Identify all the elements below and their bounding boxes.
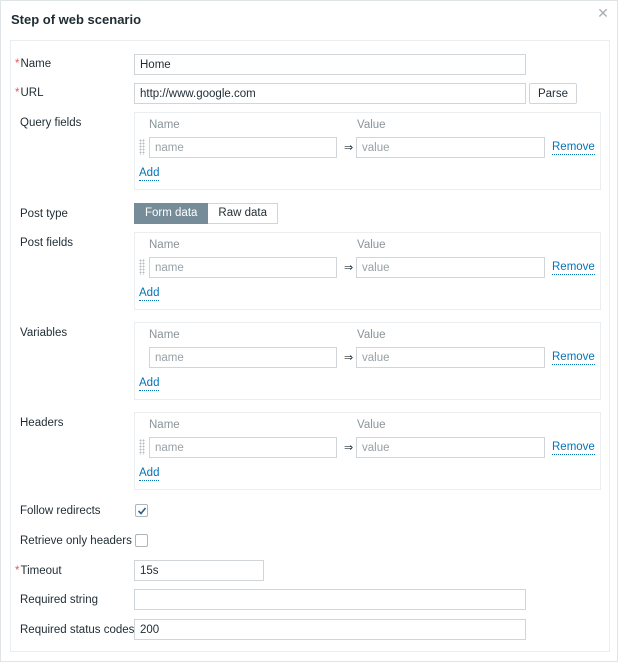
column-header-name: Name	[149, 329, 180, 341]
follow-redirects-checkbox[interactable]	[135, 504, 148, 517]
required-status-codes-input[interactable]	[134, 619, 526, 640]
variable-value-input[interactable]	[356, 347, 545, 368]
required-string-label: Required string	[20, 594, 98, 606]
drag-handle-icon[interactable]	[139, 439, 145, 455]
drag-handle-icon[interactable]	[139, 259, 145, 275]
variables-row: Variables Name Value ⇒ Remove Add	[11, 322, 609, 400]
timeout-input[interactable]	[134, 560, 264, 581]
query-value-input[interactable]	[356, 137, 545, 158]
post-remove-link[interactable]: Remove	[552, 261, 595, 275]
parse-button[interactable]: Parse	[529, 83, 577, 104]
header-name-input[interactable]	[149, 437, 337, 458]
form-panel: *Name *URL Parse Query fields Name Value…	[10, 40, 610, 652]
name-input[interactable]	[134, 54, 526, 75]
headers-row: Headers Name Value ⇒ Remove Add	[11, 412, 609, 490]
url-input[interactable]	[134, 83, 526, 104]
variable-name-input[interactable]	[149, 347, 337, 368]
post-name-input[interactable]	[149, 257, 337, 278]
close-icon[interactable]: ✕	[595, 5, 611, 21]
variable-remove-link[interactable]: Remove	[552, 351, 595, 365]
arrow-icon: ⇒	[344, 352, 354, 364]
url-label: *URL	[15, 87, 44, 99]
header-add-link[interactable]: Add	[139, 467, 160, 481]
headers-table: Name Value ⇒ Remove Add	[134, 412, 601, 490]
checkmark-icon	[137, 507, 147, 515]
required-asterisk: *	[15, 58, 20, 70]
url-row: *URL Parse	[11, 83, 609, 105]
post-fields-row: Post fields Name Value ⇒ Remove Add	[11, 232, 609, 310]
query-fields-row: Query fields Name Value ⇒ Remove Add	[11, 112, 609, 190]
required-string-input[interactable]	[134, 589, 526, 610]
header-value-input[interactable]	[356, 437, 545, 458]
column-header-value: Value	[357, 239, 386, 251]
column-header-name: Name	[149, 419, 180, 431]
header-remove-link[interactable]: Remove	[552, 441, 595, 455]
variable-add-link[interactable]: Add	[139, 377, 160, 391]
variables-label: Variables	[20, 327, 68, 339]
required-asterisk: *	[15, 565, 20, 577]
column-header-name: Name	[149, 239, 180, 251]
dialog-title: Step of web scenario	[11, 12, 142, 27]
required-string-row: Required string	[11, 589, 609, 610]
post-type-raw-data[interactable]: Raw data	[208, 203, 279, 224]
post-fields-table: Name Value ⇒ Remove Add	[134, 232, 601, 310]
timeout-row: *Timeout	[11, 560, 609, 581]
follow-redirects-row: Follow redirects	[11, 503, 609, 519]
query-fields-label: Query fields	[20, 117, 82, 129]
retrieve-only-headers-label: Retrieve only headers	[20, 535, 132, 547]
post-type-form-data[interactable]: Form data	[134, 203, 209, 224]
name-row: *Name	[11, 54, 609, 76]
post-value-input[interactable]	[356, 257, 545, 278]
required-status-codes-label: Required status codes	[20, 624, 135, 636]
required-asterisk: *	[15, 87, 20, 99]
query-add-link[interactable]: Add	[139, 167, 160, 181]
arrow-icon: ⇒	[344, 142, 354, 154]
column-header-name: Name	[149, 119, 180, 131]
required-status-codes-row: Required status codes	[11, 619, 609, 640]
variables-table: Name Value ⇒ Remove Add	[134, 322, 601, 400]
query-remove-link[interactable]: Remove	[552, 141, 595, 155]
post-type-label: Post type	[20, 208, 68, 220]
query-name-input[interactable]	[149, 137, 337, 158]
drag-handle-icon[interactable]	[139, 139, 145, 155]
post-add-link[interactable]: Add	[139, 287, 160, 301]
name-label: *Name	[15, 58, 52, 70]
post-type-toggle: Form data Raw data	[134, 203, 279, 224]
headers-label: Headers	[20, 417, 64, 429]
column-header-value: Value	[357, 329, 386, 341]
timeout-label: *Timeout	[15, 565, 62, 577]
arrow-icon: ⇒	[344, 262, 354, 274]
column-header-value: Value	[357, 119, 386, 131]
column-header-value: Value	[357, 419, 386, 431]
query-fields-table: Name Value ⇒ Remove Add	[134, 112, 601, 190]
arrow-icon: ⇒	[344, 442, 354, 454]
post-fields-label: Post fields	[20, 237, 74, 249]
follow-redirects-label: Follow redirects	[20, 505, 101, 517]
web-scenario-step-dialog: Step of web scenario ✕ *Name *URL Parse …	[0, 0, 618, 662]
retrieve-only-headers-row: Retrieve only headers	[11, 533, 609, 549]
retrieve-only-headers-checkbox[interactable]	[135, 534, 148, 547]
post-type-row: Post type Form data Raw data	[11, 203, 609, 224]
